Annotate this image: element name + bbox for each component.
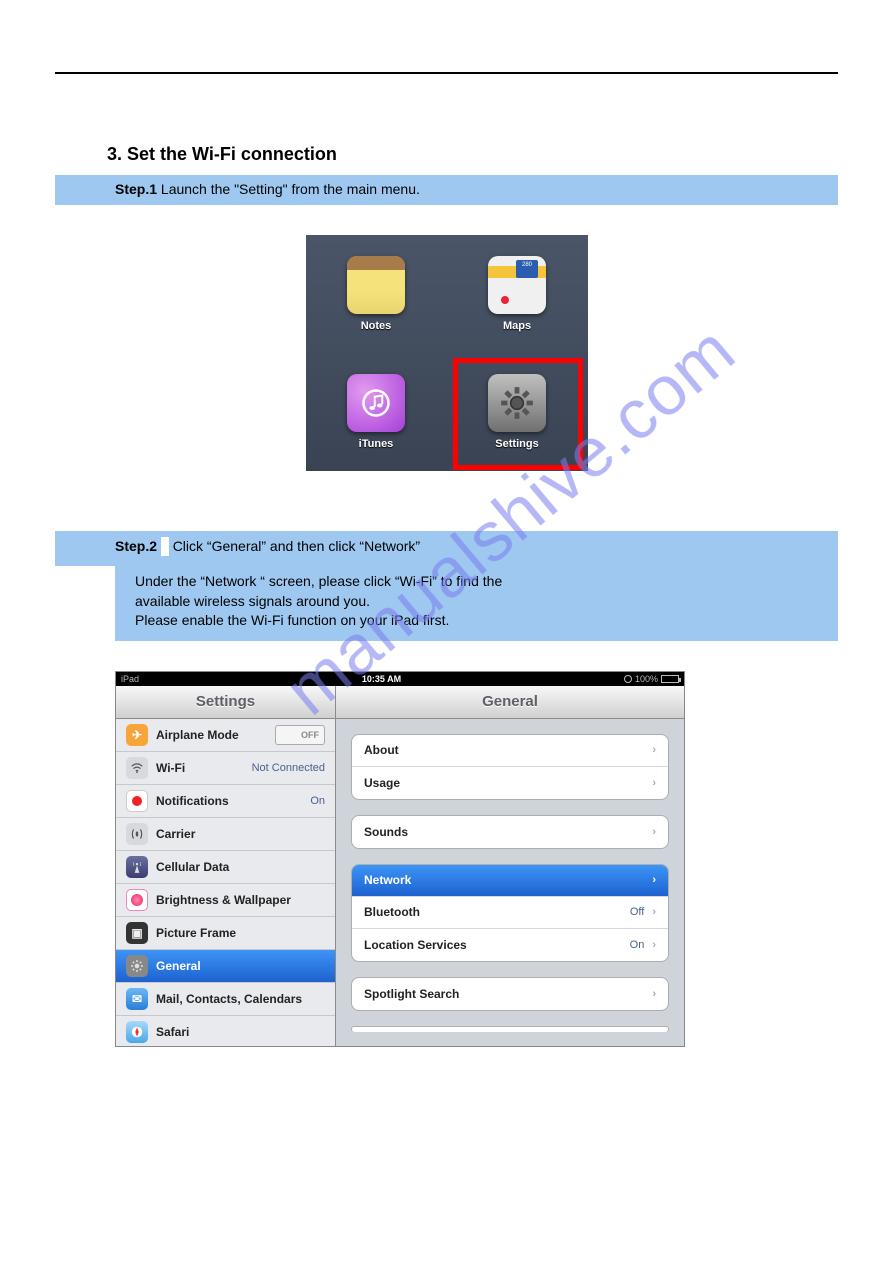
about-label: About: [364, 743, 399, 757]
sidebar-item-carrier[interactable]: Carrier: [116, 818, 335, 851]
carrier-label: Carrier: [156, 827, 195, 841]
general-label: General: [156, 959, 201, 973]
notes-icon: [347, 256, 405, 314]
home-screen-screenshot: Notes 280 Maps iTunes Settings: [306, 235, 588, 471]
step1-bar: Step.1 Launch the "Setting" from the mai…: [55, 175, 838, 205]
sidebar-item-general[interactable]: General: [116, 950, 335, 983]
section-title: 3. Set the Wi-Fi connection: [107, 144, 838, 165]
detail-row-sounds[interactable]: Sounds ›: [352, 816, 668, 848]
chevron-right-icon: ›: [652, 874, 656, 886]
sidebar-item-airplane[interactable]: ✈ Airplane Mode OFF: [116, 719, 335, 752]
safari-label: Safari: [156, 1025, 189, 1039]
detail-row-bluetooth[interactable]: Bluetooth Off ›: [352, 897, 668, 929]
maps-pin-icon: [501, 296, 509, 304]
maps-icon: 280: [488, 256, 546, 314]
bluetooth-value: Off: [630, 906, 644, 918]
mail-icon: ✉: [126, 988, 148, 1010]
step1-label: Step.1: [115, 181, 157, 197]
cellular-icon: [126, 856, 148, 878]
sidebar-item-mail[interactable]: ✉ Mail, Contacts, Calendars: [116, 983, 335, 1016]
safari-icon: [126, 1021, 148, 1043]
mail-label: Mail, Contacts, Calendars: [156, 992, 302, 1006]
notifications-label: Notifications: [156, 794, 229, 808]
detail-title: General: [336, 686, 684, 719]
bluetooth-label: Bluetooth: [364, 905, 420, 919]
location-label: Location Services: [364, 938, 467, 952]
status-bar: iPad 10:35 AM 100%: [116, 672, 684, 686]
chevron-right-icon: ›: [652, 744, 656, 756]
detail-row-network[interactable]: Network ›: [352, 865, 668, 897]
detail-row-about[interactable]: About ›: [352, 735, 668, 767]
sidebar-item-wifi[interactable]: Wi-Fi Not Connected: [116, 752, 335, 785]
airplane-icon: ✈: [126, 724, 148, 746]
brightness-icon: [126, 889, 148, 911]
step2-line3: available wireless signals around you.: [135, 592, 828, 612]
airplane-toggle[interactable]: OFF: [275, 725, 325, 745]
sidebar-item-notifications[interactable]: Notifications On: [116, 785, 335, 818]
detail-row-location[interactable]: Location Services On ›: [352, 929, 668, 961]
cellular-label: Cellular Data: [156, 860, 229, 874]
notifications-icon: [126, 790, 148, 812]
itunes-label: iTunes: [359, 438, 394, 450]
picture-frame-icon: ▣: [126, 922, 148, 944]
app-itunes[interactable]: iTunes: [306, 353, 447, 471]
wifi-icon: [126, 757, 148, 779]
battery-icon: [661, 675, 679, 683]
app-maps[interactable]: 280 Maps: [447, 235, 588, 353]
status-device: iPad: [121, 674, 139, 684]
step2-line1: Click “General” and then click “Network”: [173, 538, 420, 554]
sounds-label: Sounds: [364, 825, 408, 839]
status-battery-text: 100%: [635, 674, 658, 684]
notifications-value: On: [310, 795, 325, 807]
frame-label: Picture Frame: [156, 926, 236, 940]
chevron-right-icon: ›: [652, 988, 656, 1000]
sidebar-title: Settings: [116, 686, 335, 719]
chevron-right-icon: ›: [652, 777, 656, 789]
wifi-label: Wi-Fi: [156, 761, 185, 775]
spotlight-label: Spotlight Search: [364, 987, 459, 1001]
chevron-right-icon: ›: [652, 826, 656, 838]
step2-line2: Under the “Network “ screen, please clic…: [135, 572, 828, 592]
detail-row-usage[interactable]: Usage ›: [352, 767, 668, 799]
usage-label: Usage: [364, 776, 400, 790]
airplane-label: Airplane Mode: [156, 728, 239, 742]
step2-label: Step.2: [115, 538, 157, 554]
itunes-icon: [347, 374, 405, 432]
settings-sidebar: Settings ✈ Airplane Mode OFF Wi-Fi Not C…: [116, 686, 336, 1046]
wifi-value: Not Connected: [252, 762, 325, 774]
step1-text: Launch the "Setting" from the main menu.: [157, 181, 420, 197]
settings-screenshot: iPad 10:35 AM 100% Settings ✈ Airplane M…: [115, 671, 685, 1047]
settings-detail-pane: General About › Usage ›: [336, 686, 684, 1046]
sidebar-item-safari[interactable]: Safari: [116, 1016, 335, 1046]
general-icon: [126, 955, 148, 977]
app-notes[interactable]: Notes: [306, 235, 447, 353]
sidebar-item-cellular[interactable]: Cellular Data: [116, 851, 335, 884]
step2-bar-continued: Under the “Network “ screen, please clic…: [115, 566, 838, 641]
location-value: On: [630, 939, 645, 951]
step2-bar: Step.2 Click “General” and then click “N…: [55, 531, 838, 567]
orientation-lock-icon: [624, 675, 632, 683]
document-page: 3. Set the Wi-Fi connection Step.1 Launc…: [0, 0, 893, 1097]
chevron-right-icon: ›: [652, 939, 656, 951]
sidebar-item-brightness[interactable]: Brightness & Wallpaper: [116, 884, 335, 917]
step2-line4: Please enable the Wi-Fi function on your…: [135, 611, 828, 631]
chevron-right-icon: ›: [652, 906, 656, 918]
brightness-label: Brightness & Wallpaper: [156, 893, 291, 907]
top-rule: [55, 72, 838, 74]
sidebar-item-frame[interactable]: ▣ Picture Frame: [116, 917, 335, 950]
carrier-icon: [126, 823, 148, 845]
status-time: 10:35 AM: [139, 674, 624, 684]
network-label: Network: [364, 873, 411, 887]
notes-label: Notes: [361, 320, 392, 332]
detail-row-spotlight[interactable]: Spotlight Search ›: [352, 978, 668, 1010]
maps-sign-text: 280: [519, 262, 535, 268]
highlight-box: [453, 358, 583, 470]
maps-label: Maps: [503, 320, 531, 332]
